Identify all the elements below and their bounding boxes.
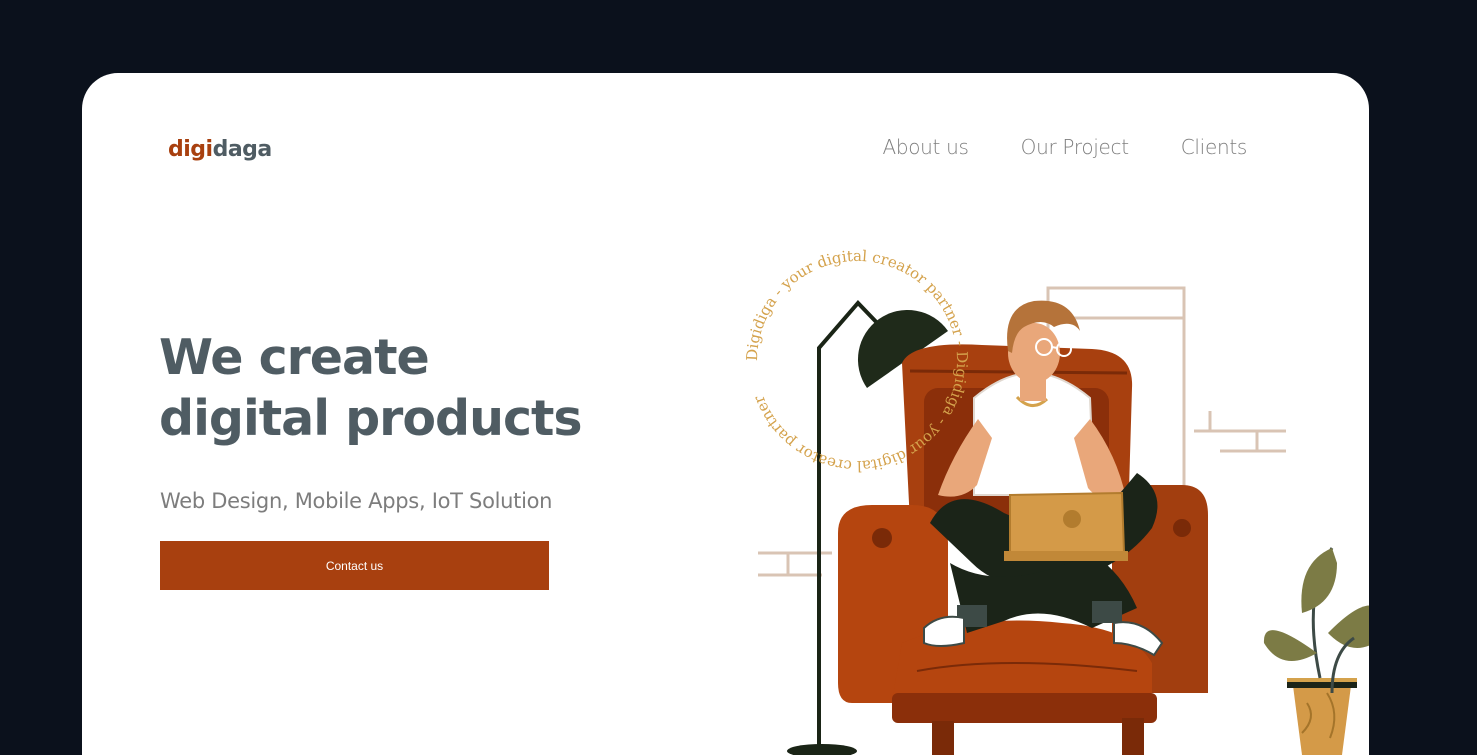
main-nav: About us Our Project Clients — [882, 135, 1247, 159]
hero-illustration: Digidiga - your digital creator partner … — [743, 247, 1369, 755]
nav-link-about[interactable]: About us — [882, 135, 968, 159]
hero-headline-line2: digital products — [159, 390, 583, 447]
hero-headline-line1: We create — [159, 329, 430, 386]
potted-plant — [1263, 547, 1369, 755]
nav-link-projects[interactable]: Our Project — [1021, 135, 1129, 159]
brand-logo-part1: digi — [168, 137, 213, 162]
brand-logo[interactable]: digidaga — [168, 137, 272, 162]
hero-subtitle: Web Design, Mobile Apps, IoT Solution — [160, 489, 553, 513]
nav-link-clients[interactable]: Clients — [1181, 135, 1248, 159]
brand-logo-part2: daga — [212, 137, 273, 162]
hero-headline: We create digital products — [159, 327, 583, 449]
contact-us-button[interactable]: Contact us — [160, 541, 549, 590]
landing-card: digidaga About us Our Project Clients We… — [82, 73, 1369, 755]
